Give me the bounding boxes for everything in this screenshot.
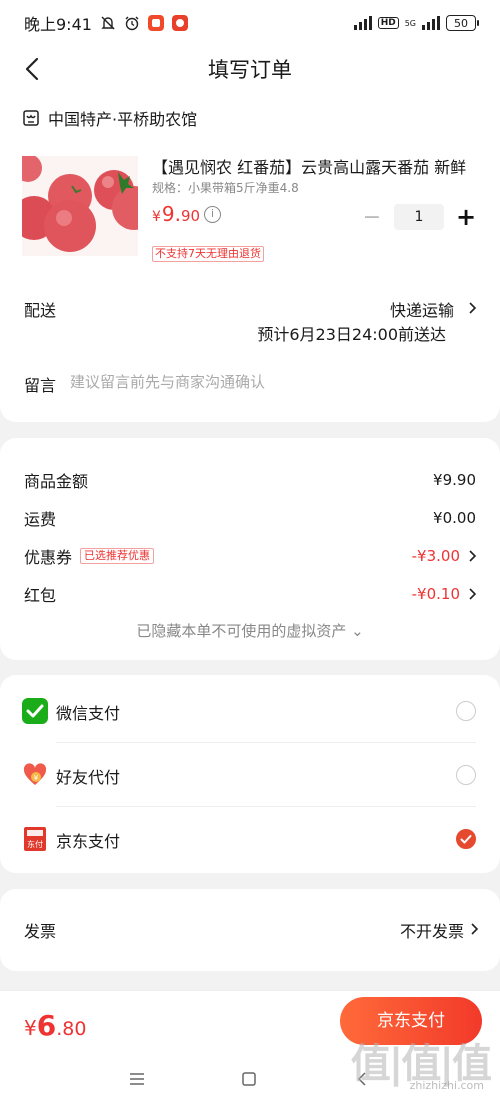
quantity-stepper: − 1 + [362,203,476,231]
payment-option-jd[interactable]: 东付 京东支付 [0,806,500,870]
info-icon[interactable]: i [204,206,221,223]
nav-bar: 填写订单 [0,46,500,92]
checkout-bar: ¥ 6 .80 京东支付 值|值|值 zhizhizhi.com [0,990,500,1111]
app-notification-icon [147,15,164,31]
payment-option-wechat[interactable]: 微信支付 [0,678,500,742]
delivery-label: 配送 [24,301,57,320]
red-packet-value: -¥0.10 [411,585,460,603]
order-item-card: 中国特产·平桥助农馆 【遇见悯农 红番茄】云贵高山露天番茄 新鲜 规格：小果带箱… [0,92,500,422]
invoice-card[interactable]: 发票 不开发票 [0,889,500,971]
battery-icon: 50 [446,15,479,31]
no-return-badge: 不支持7天无理由退货 [152,246,264,262]
app-notification-icon [171,15,188,31]
coupon-tag: 已选推荐优惠 [80,548,155,564]
shipping-row: 运费 ¥0.00 [24,506,476,530]
payment-method-name: 京东支付 [56,832,121,851]
message-input[interactable] [70,370,470,394]
chevron-right-icon[interactable] [470,923,478,935]
store-icon [23,110,39,126]
radio-unchecked[interactable] [456,701,476,721]
product-price: ¥ 9. 90 [152,202,200,226]
total-int: 6 [36,1009,57,1042]
goods-amount-label: 商品金额 [24,472,89,491]
hidden-assets-toggle[interactable]: 已隐藏本单不可使用的虚拟资产 ⌄ [0,620,500,641]
back-arrow-icon[interactable] [22,56,46,82]
hd-icon: HD [377,17,399,29]
goods-amount-row: 商品金额 ¥9.90 [24,468,476,492]
signal-icon [353,16,372,30]
total-dec: .80 [56,1018,87,1040]
total-currency: ¥ [24,1016,37,1040]
coupon-value: -¥3.00 [411,547,460,565]
delivery-method[interactable]: 快递运输 [390,297,454,321]
coupon-label: 优惠券 [24,548,73,567]
home-icon[interactable] [241,1071,257,1087]
menu-icon[interactable] [128,1071,146,1087]
increase-button[interactable]: + [456,203,476,231]
red-packet-label: 红包 [24,586,57,605]
status-bar: 晚上9:41 HD 5G 50 [0,0,500,46]
shipping-label: 运费 [24,510,57,529]
svg-text:¥: ¥ [34,774,39,782]
payment-method-name: 好友代付 [56,768,121,787]
decrease-button[interactable]: − [362,205,382,230]
price-summary-card: 商品金额 ¥9.90 运费 ¥0.00 优惠券 已选推荐优惠 -¥3.00 红包… [0,438,500,660]
wechat-pay-icon [22,698,48,724]
chevron-right-icon[interactable] [468,550,476,562]
checkmark-icon [460,835,472,844]
shipping-value: ¥0.00 [433,509,476,527]
bell-off-icon [101,16,115,30]
delivery-eta: 预计6月23日24:00前送达 [257,325,446,344]
status-time: 晚上9:41 [24,15,92,34]
payment-option-friend[interactable]: ¥ 好友代付 [0,742,500,806]
price-int: 9. [161,202,182,226]
payment-method-name: 微信支付 [56,704,121,723]
product-title[interactable]: 【遇见悯农 红番茄】云贵高山露天番茄 新鲜 [152,154,482,178]
quantity-field[interactable]: 1 [394,204,444,230]
total-price: ¥ 6 .80 [24,1009,86,1042]
jd-pay-icon: 东付 [24,827,46,851]
invoice-label: 发票 [24,922,57,941]
goods-amount-value: ¥9.90 [433,471,476,489]
radio-unchecked[interactable] [456,765,476,785]
red-packet-row[interactable]: 红包 -¥0.10 [24,582,476,606]
shop-name: 中国特产·平桥助农馆 [48,110,198,129]
chevron-right-icon[interactable] [468,302,476,314]
svg-text:东付: 东付 [27,839,43,849]
invoice-value: 不开发票 [399,922,464,941]
radio-checked[interactable] [456,829,476,849]
page-title: 填写订单 [208,58,292,82]
network-type: 5G [404,18,416,28]
coupon-row[interactable]: 优惠券 已选推荐优惠 -¥3.00 [24,544,476,568]
watermark-url: zhizhizhi.com [409,1079,484,1092]
price-dec: 90 [181,207,201,225]
signal-icon [422,16,440,30]
chevron-right-icon[interactable] [468,588,476,600]
message-label: 留言 [24,376,57,395]
payment-methods-card: 微信支付 ¥ 好友代付 东付 京东支付 [0,675,500,873]
friend-pay-heart-icon: ¥ [23,763,47,785]
battery-level: 50 [454,16,468,30]
shop-link[interactable]: 中国特产·平桥助农馆 [22,106,197,130]
product-spec: 规格：小果带箱5斤净重4.8 [152,181,299,195]
alarm-icon [125,16,139,31]
product-image[interactable] [22,156,138,256]
price-currency: ¥ [152,209,161,225]
